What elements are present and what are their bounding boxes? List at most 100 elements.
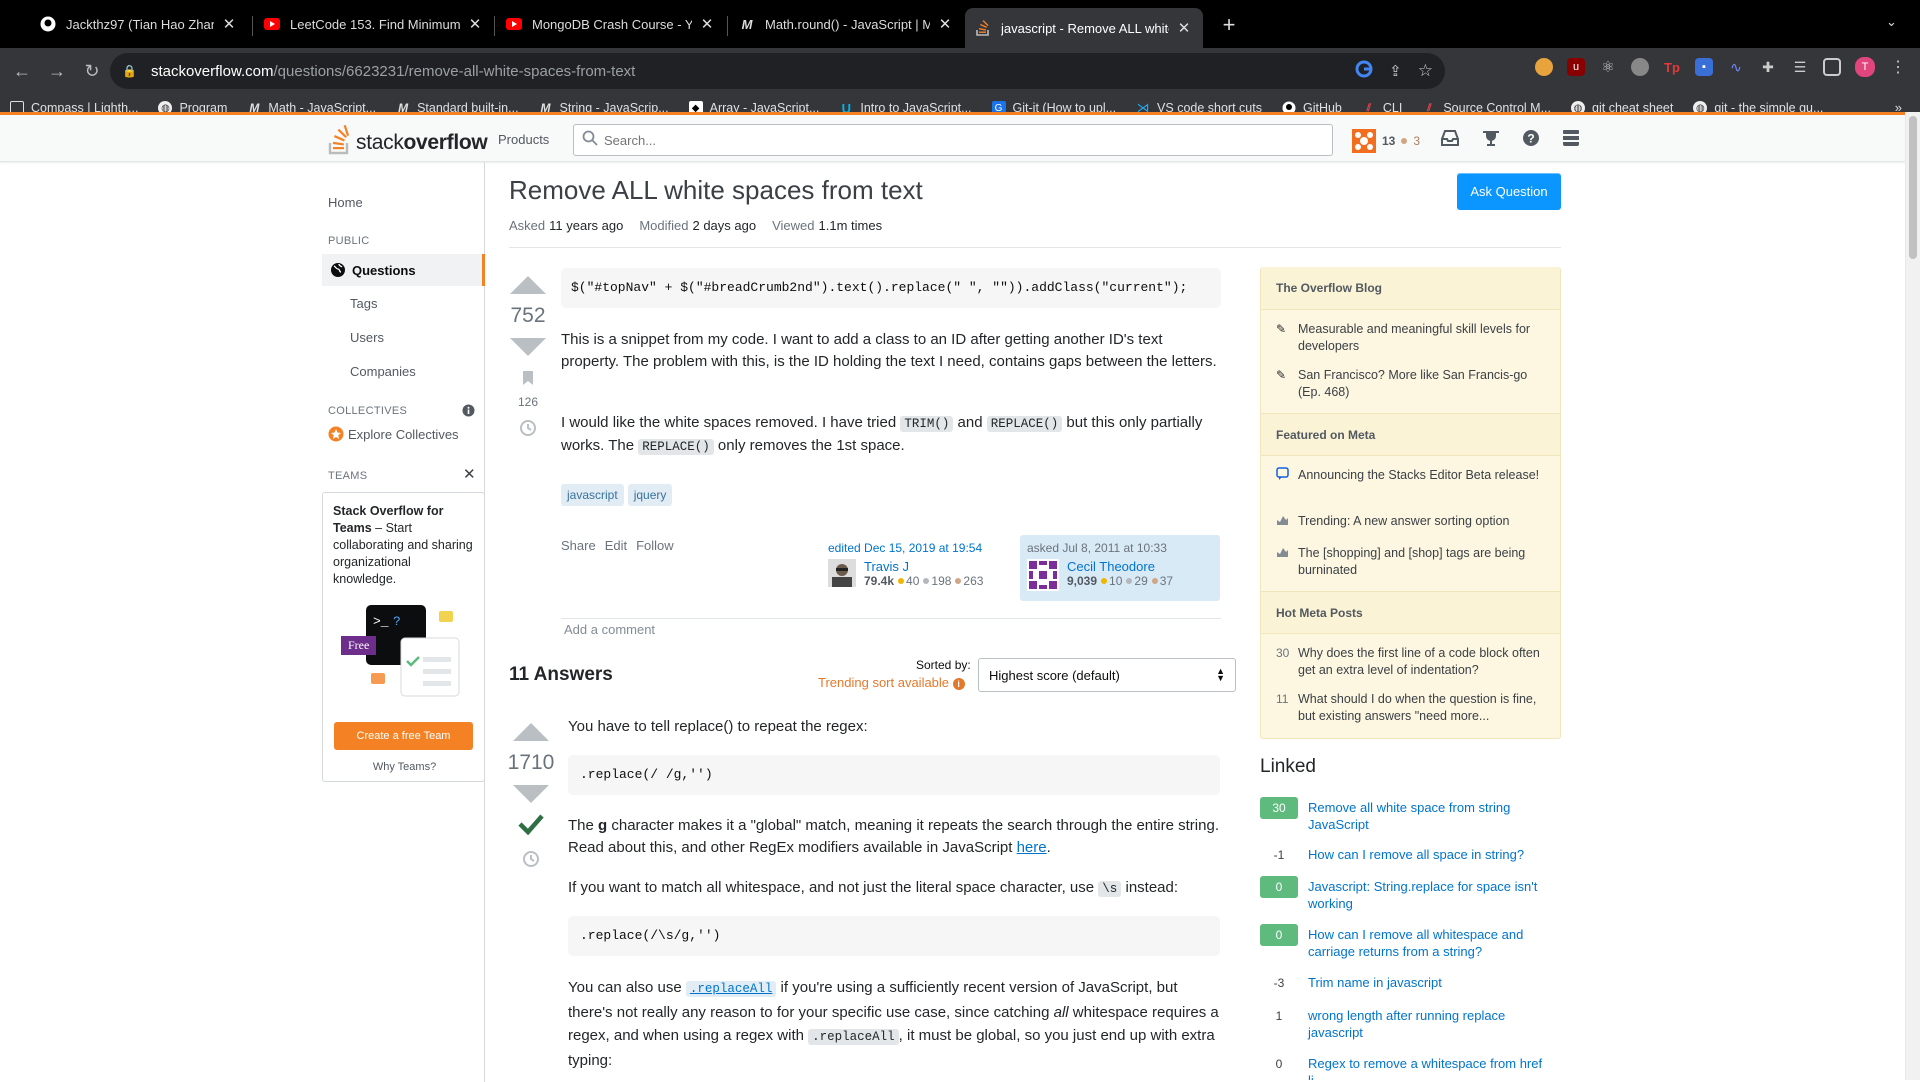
- browser-menu-icon[interactable]: ⋮: [1889, 58, 1907, 76]
- upvote-arrow-icon[interactable]: [513, 723, 549, 741]
- gold-count: 40: [906, 574, 920, 588]
- editor-name[interactable]: Travis J: [864, 559, 983, 574]
- stackexchange-icon[interactable]: [1562, 129, 1580, 152]
- extension-icon[interactable]: Tp: [1663, 58, 1681, 76]
- nav-companies[interactable]: Companies: [350, 364, 416, 379]
- asker-avatar[interactable]: [1027, 559, 1059, 591]
- replaceall-link[interactable]: .replaceAll: [685, 979, 777, 997]
- asker-name[interactable]: Cecil Theodore: [1067, 559, 1173, 574]
- hot-meta-count: 11: [1276, 692, 1289, 706]
- help-icon[interactable]: ?: [1522, 129, 1540, 152]
- extension-icon[interactable]: ∿: [1727, 58, 1745, 76]
- meta-item[interactable]: Trending: A new answer sorting option: [1276, 513, 1546, 531]
- linked-question[interactable]: 0 Regex to remove a whitespace from href …: [1260, 1053, 1561, 1080]
- share-icon[interactable]: ⇪: [1389, 62, 1402, 80]
- side-panel-icon[interactable]: [1823, 58, 1841, 76]
- browser-tab-active[interactable]: javascript - Remove ALL white ✕: [965, 8, 1203, 48]
- share-link[interactable]: Share: [561, 538, 596, 553]
- close-tab-icon[interactable]: ✕: [936, 15, 954, 33]
- history-icon[interactable]: [503, 419, 553, 442]
- blog-item[interactable]: ✎ San Francisco? More like San Francis-go…: [1276, 367, 1546, 401]
- inbox-icon[interactable]: [1440, 129, 1460, 152]
- google-icon[interactable]: [1355, 60, 1373, 83]
- close-tab-icon[interactable]: ✕: [1175, 19, 1193, 37]
- add-comment-link[interactable]: Add a comment: [564, 622, 655, 637]
- nav-explore-collectives[interactable]: Explore Collectives: [328, 426, 459, 442]
- linked-question[interactable]: 30 Remove all white space from string Jav…: [1260, 797, 1561, 833]
- react-devtools-icon[interactable]: ⚛: [1599, 58, 1617, 76]
- downvote-arrow-icon[interactable]: [513, 785, 549, 803]
- stackoverflow-topbar: stackoverflow Products 13 3 ?: [0, 112, 1905, 162]
- editor-avatar[interactable]: [828, 559, 856, 588]
- follow-link[interactable]: Follow: [636, 538, 674, 553]
- why-teams-link[interactable]: Why Teams?: [323, 761, 486, 773]
- bookmark-star-icon[interactable]: ☆: [1418, 61, 1433, 81]
- linked-question[interactable]: 0 Javascript: String.replace for space is…: [1260, 876, 1561, 912]
- profile-avatar[interactable]: T: [1855, 57, 1875, 77]
- page-scrollbar[interactable]: [1905, 112, 1920, 1080]
- scrollbar-thumb[interactable]: [1909, 116, 1917, 259]
- browser-tab[interactable]: M Math.round() - JavaScript | MD ✕: [729, 6, 964, 42]
- create-free-team-button[interactable]: Create a free Team: [334, 722, 473, 750]
- linked-question[interactable]: 1 wrong length after running replace java…: [1260, 1005, 1561, 1041]
- tag-jquery[interactable]: jquery: [627, 484, 673, 506]
- hot-meta-item[interactable]: 11 What should I do when the question is …: [1276, 691, 1546, 725]
- nav-questions[interactable]: Questions: [322, 254, 485, 286]
- stackoverflow-logo[interactable]: stackoverflow: [328, 123, 488, 155]
- ask-question-button[interactable]: Ask Question: [1457, 173, 1561, 210]
- text: The: [568, 817, 599, 834]
- search-input[interactable]: [604, 132, 1304, 148]
- nav-users[interactable]: Users: [350, 330, 384, 345]
- linked-question[interactable]: -3 Trim name in javascript: [1260, 972, 1561, 994]
- tab-search-chevron-icon[interactable]: ⌄: [1886, 14, 1897, 30]
- reading-list-icon[interactable]: ☰: [1791, 58, 1809, 76]
- sort-select[interactable]: Highest score (default) ▲ ▼: [978, 658, 1236, 692]
- address-bar[interactable]: 🔒 stackoverflow.com/questions/6623231/re…: [110, 53, 1445, 89]
- close-tab-icon[interactable]: ✕: [698, 15, 716, 33]
- modified-meta: Modified 2 days ago: [639, 218, 756, 233]
- reload-icon[interactable]: ↻: [79, 61, 105, 82]
- close-icon[interactable]: ✕: [463, 465, 476, 483]
- back-arrow-icon[interactable]: ←: [9, 61, 35, 82]
- user-profile[interactable]: 13 3: [1352, 129, 1420, 153]
- browser-tab[interactable]: Jackthz97 (Tian Hao Zhang) ✕: [30, 6, 248, 42]
- bronze-badge-icon: [955, 578, 962, 584]
- nav-tags[interactable]: Tags: [350, 296, 377, 311]
- meta-item[interactable]: Announcing the Stacks Editor Beta releas…: [1276, 467, 1546, 485]
- extension-icon[interactable]: [1631, 58, 1649, 76]
- tag-javascript[interactable]: javascript: [561, 484, 624, 506]
- nav-home[interactable]: Home: [328, 195, 363, 210]
- regex-modifiers-link[interactable]: here: [1017, 839, 1047, 856]
- extension-icon[interactable]: ▪: [1695, 58, 1713, 76]
- extension-icon[interactable]: [1535, 58, 1553, 76]
- edit-link[interactable]: Edit: [605, 538, 627, 553]
- asked-meta: Asked 11 years ago: [509, 218, 623, 233]
- editor-stats: 79.4k 40 198 263: [864, 574, 983, 588]
- bookmark-icon[interactable]: [503, 370, 553, 391]
- close-tab-icon[interactable]: ✕: [466, 15, 484, 33]
- new-tab-button[interactable]: +: [1216, 12, 1242, 38]
- ublock-icon[interactable]: u: [1567, 58, 1585, 76]
- hot-meta-item[interactable]: 30 Why does the first line of a code bloc…: [1276, 645, 1546, 679]
- history-icon[interactable]: [506, 850, 556, 873]
- products-menu[interactable]: Products: [498, 132, 549, 147]
- trending-sort-notice[interactable]: Trending sort available i: [818, 675, 965, 690]
- upvote-arrow-icon[interactable]: [510, 276, 546, 294]
- linked-question[interactable]: -1 How can I remove all space in string?: [1260, 844, 1561, 866]
- achievements-trophy-icon[interactable]: [1482, 129, 1500, 152]
- forward-arrow-icon[interactable]: →: [44, 61, 70, 82]
- answers-count-heading: 11 Answers: [509, 664, 613, 685]
- close-tab-icon[interactable]: ✕: [220, 15, 238, 33]
- search-box[interactable]: [573, 124, 1333, 156]
- question-title[interactable]: Remove ALL white spaces from text: [509, 175, 923, 206]
- linked-question[interactable]: 0 How can I remove all whitespace and car…: [1260, 924, 1561, 960]
- browser-tab[interactable]: MongoDB Crash Course - YouT ✕: [496, 6, 726, 42]
- info-icon[interactable]: [462, 404, 475, 422]
- nav-public-heading: PUBLIC: [328, 235, 370, 247]
- puzzle-icon[interactable]: ✚: [1759, 58, 1777, 76]
- edited-time-link[interactable]: edited Dec 15, 2019 at 19:54: [828, 541, 1014, 555]
- browser-tab[interactable]: LeetCode 153. Find Minimum in ✕: [254, 6, 494, 42]
- downvote-arrow-icon[interactable]: [510, 338, 546, 356]
- meta-item[interactable]: The [shopping] and [shop] tags are being…: [1276, 545, 1546, 579]
- blog-item[interactable]: ✎ Measurable and meaningful skill levels …: [1276, 321, 1546, 355]
